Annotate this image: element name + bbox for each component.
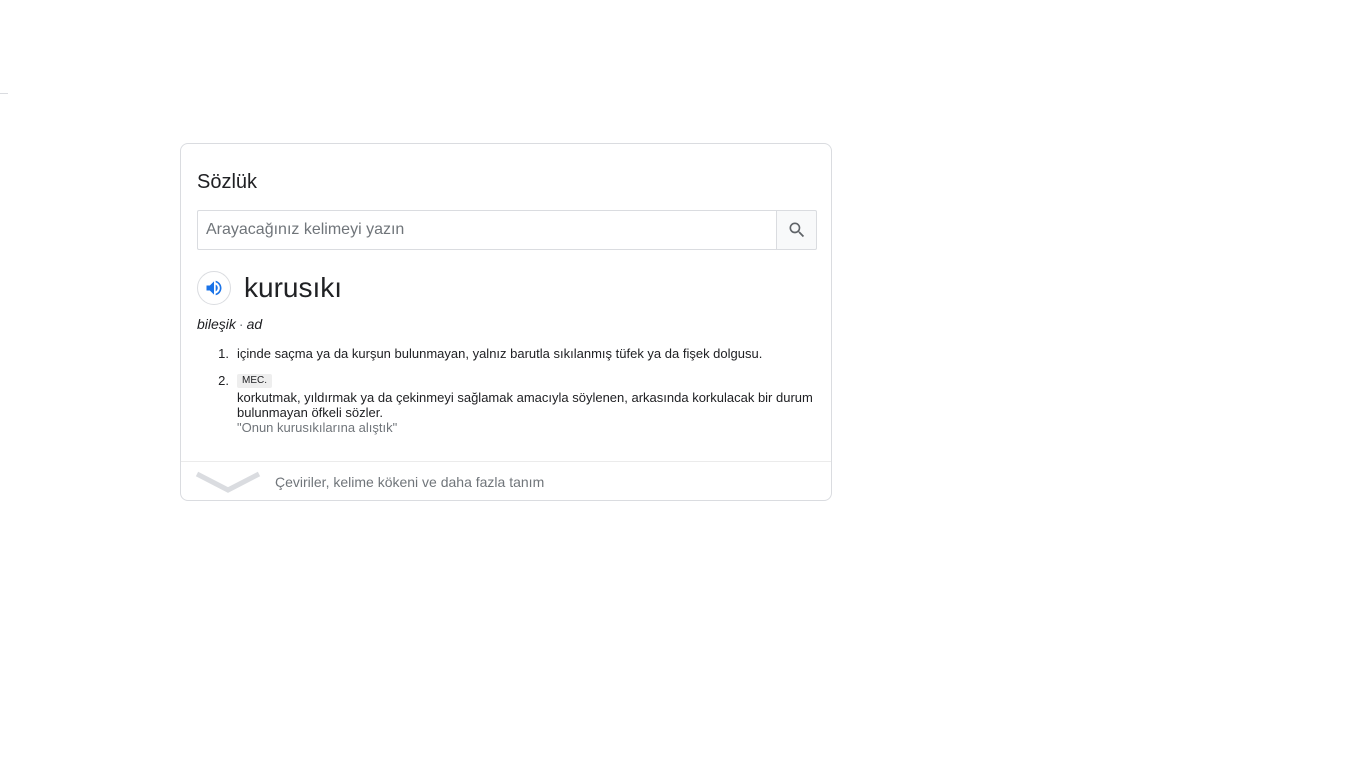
dictionary-card: Sözlük kurusıkı bileşik·ad 1. içinde saç… [180,143,832,501]
definition-example: "Onun kurusıkılarına alıştık" [237,420,398,435]
headword: kurusıkı [244,272,343,303]
pos-noun: ad [246,316,263,332]
speaker-icon [206,280,222,296]
definition-item: 1. içinde saçma ya da kurşun bulunmayan,… [197,346,817,361]
part-of-speech: bileşik · ad [197,316,262,332]
definition-number: 2. [218,373,229,388]
definition-body: MEC. korkutmak, yıldırmak ya da çekinmey… [237,371,817,435]
pos-compound: bileşik [197,316,236,332]
definition-item: 2. MEC. korkutmak, yıldırmak ya da çekin… [197,371,817,435]
definition-text: korkutmak, yıldırmak ya da çekinmeyi sağ… [237,390,813,420]
chevron-down-icon [181,462,275,502]
search-input[interactable] [197,210,776,250]
card-title: Sözlük [197,171,258,193]
definition-number: 1. [218,346,229,361]
pos-separator: · [238,316,244,332]
dictionary-search [197,210,817,250]
divider [0,93,8,94]
search-icon [789,222,804,238]
search-button[interactable] [776,210,817,250]
pronunciation-button[interactable] [197,271,231,305]
definition-text: içinde saçma ya da kurşun bulunmayan, ya… [237,346,763,361]
more-definitions-toggle[interactable]: Çeviriler, kelime kökeni ve daha fazla t… [181,461,831,502]
headword-row: kurusıkı [197,270,342,306]
more-definitions-label: Çeviriler, kelime kökeni ve daha fazla t… [275,474,545,490]
usage-tag: MEC. [237,374,272,388]
definitions-list: 1. içinde saçma ya da kurşun bulunmayan,… [197,346,817,445]
